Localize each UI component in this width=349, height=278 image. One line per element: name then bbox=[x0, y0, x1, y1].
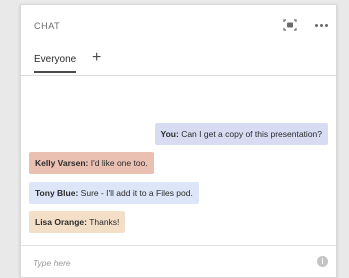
panel-title: CHAT bbox=[34, 21, 61, 31]
camera-icon[interactable] bbox=[283, 19, 297, 31]
composer: i bbox=[21, 245, 336, 278]
message-bubble: You: Can I get a copy of this presentati… bbox=[154, 123, 328, 145]
tab-everyone[interactable]: Everyone bbox=[34, 54, 77, 73]
message-input[interactable] bbox=[31, 255, 305, 271]
message-text: Thanks! bbox=[89, 217, 120, 227]
message-sender: Kelly Varsen: bbox=[35, 158, 89, 168]
message-sender: You: bbox=[160, 129, 179, 139]
message-bubble: Kelly Varsen: I'd like one too. bbox=[29, 152, 154, 174]
message-list: You: Can I get a copy of this presentati… bbox=[21, 76, 336, 236]
message-text: Can I get a copy of this presentation? bbox=[181, 129, 322, 139]
message-sender: Lisa Orange: bbox=[35, 217, 87, 227]
chat-header: CHAT bbox=[21, 5, 336, 45]
message-bubble: Tony Blue: Sure - I'll add it to a Files… bbox=[29, 182, 199, 204]
message-bubble: Lisa Orange: Thanks! bbox=[29, 211, 126, 233]
info-icon[interactable]: i bbox=[317, 256, 328, 267]
tab-bar: Everyone + bbox=[21, 45, 336, 76]
message-text: I'd like one too. bbox=[90, 158, 148, 168]
message-sender: Tony Blue: bbox=[35, 188, 79, 198]
more-icon[interactable] bbox=[311, 19, 331, 31]
message-text: Sure - I'll add it to a Files pod. bbox=[80, 188, 193, 198]
add-tab-button[interactable]: + bbox=[92, 50, 101, 66]
chat-panel: CHAT Everyone + You: Can I get a copy of… bbox=[20, 4, 337, 278]
